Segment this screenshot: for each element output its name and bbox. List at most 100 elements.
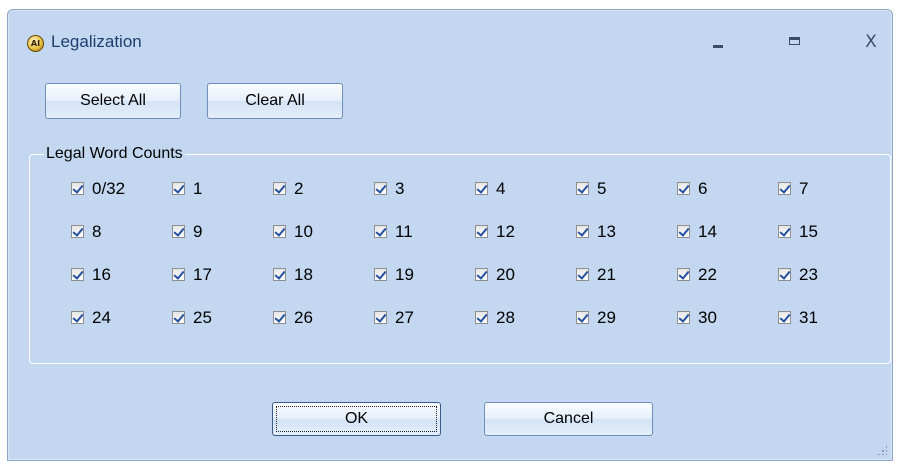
word-count-checkbox[interactable]: 22 xyxy=(677,264,778,307)
word-count-checkbox[interactable]: 10 xyxy=(273,221,374,264)
checked-checkbox-icon[interactable] xyxy=(71,311,84,324)
checkbox-label: 26 xyxy=(294,308,313,327)
resize-grip-icon[interactable] xyxy=(877,445,887,455)
checkbox-label: 30 xyxy=(698,308,717,327)
word-count-checkbox[interactable]: 29 xyxy=(576,307,677,350)
checked-checkbox-icon[interactable] xyxy=(475,182,488,195)
checked-checkbox-icon[interactable] xyxy=(778,311,791,324)
minimize-icon[interactable] xyxy=(707,32,731,52)
word-count-checkbox[interactable]: 14 xyxy=(677,221,778,264)
checkbox-label: 2 xyxy=(294,179,304,198)
word-count-checkbox[interactable]: 27 xyxy=(374,307,475,350)
checked-checkbox-icon[interactable] xyxy=(374,225,387,238)
checked-checkbox-icon[interactable] xyxy=(778,182,791,195)
checkbox-label: 0/32 xyxy=(92,179,126,198)
word-count-checkbox[interactable]: 31 xyxy=(778,307,879,350)
checked-checkbox-icon[interactable] xyxy=(172,182,185,195)
checked-checkbox-icon[interactable] xyxy=(374,268,387,281)
checked-checkbox-icon[interactable] xyxy=(475,311,488,324)
checked-checkbox-icon[interactable] xyxy=(475,268,488,281)
word-count-checkbox[interactable]: 5 xyxy=(576,178,677,221)
checkbox-label: 16 xyxy=(92,265,111,284)
checkbox-label: 22 xyxy=(698,265,717,284)
checked-checkbox-icon[interactable] xyxy=(576,268,589,281)
checkbox-label: 14 xyxy=(698,222,717,241)
word-count-checkbox[interactable]: 21 xyxy=(576,264,677,307)
checked-checkbox-icon[interactable] xyxy=(71,225,84,238)
checkbox-label: 23 xyxy=(799,265,818,284)
word-count-checkbox[interactable]: 24 xyxy=(71,307,172,350)
word-count-checkbox[interactable]: 8 xyxy=(71,221,172,264)
word-count-checkbox[interactable]: 17 xyxy=(172,264,273,307)
ok-button[interactable]: OK xyxy=(272,402,441,436)
close-icon[interactable]: X xyxy=(859,32,883,52)
checked-checkbox-icon[interactable] xyxy=(273,268,286,281)
checked-checkbox-icon[interactable] xyxy=(273,182,286,195)
checkbox-label: 6 xyxy=(698,179,708,198)
checked-checkbox-icon[interactable] xyxy=(677,268,690,281)
checked-checkbox-icon[interactable] xyxy=(374,311,387,324)
checkbox-label: 10 xyxy=(294,222,313,241)
word-count-checkbox[interactable]: 16 xyxy=(71,264,172,307)
checkbox-label: 15 xyxy=(799,222,818,241)
maximize-icon[interactable] xyxy=(784,32,808,52)
word-count-checkbox[interactable]: 19 xyxy=(374,264,475,307)
checkbox-label: 21 xyxy=(597,265,616,284)
checkbox-label: 5 xyxy=(597,179,607,198)
checked-checkbox-icon[interactable] xyxy=(576,182,589,195)
checked-checkbox-icon[interactable] xyxy=(172,311,185,324)
cancel-button[interactable]: Cancel xyxy=(484,402,653,436)
checkbox-label: 7 xyxy=(799,179,809,198)
checked-checkbox-icon[interactable] xyxy=(475,225,488,238)
word-count-checkbox[interactable]: 6 xyxy=(677,178,778,221)
checked-checkbox-icon[interactable] xyxy=(71,268,84,281)
checkbox-label: 20 xyxy=(496,265,515,284)
word-count-checkbox[interactable]: 18 xyxy=(273,264,374,307)
checked-checkbox-icon[interactable] xyxy=(273,225,286,238)
word-count-checkbox[interactable]: 25 xyxy=(172,307,273,350)
checked-checkbox-icon[interactable] xyxy=(172,268,185,281)
checked-checkbox-icon[interactable] xyxy=(273,311,286,324)
word-count-checkbox[interactable]: 3 xyxy=(374,178,475,221)
checkbox-label: 19 xyxy=(395,265,414,284)
word-count-checkbox[interactable]: 13 xyxy=(576,221,677,264)
checkbox-label: 13 xyxy=(597,222,616,241)
checkbox-label: 17 xyxy=(193,265,212,284)
word-count-checkbox[interactable]: 15 xyxy=(778,221,879,264)
checkbox-label: 12 xyxy=(496,222,515,241)
word-count-checkbox[interactable]: 20 xyxy=(475,264,576,307)
word-count-checkbox[interactable]: 11 xyxy=(374,221,475,264)
select-all-button[interactable]: Select All xyxy=(45,83,181,119)
checkbox-label: 18 xyxy=(294,265,313,284)
checked-checkbox-icon[interactable] xyxy=(576,311,589,324)
checkbox-label: 28 xyxy=(496,308,515,327)
checked-checkbox-icon[interactable] xyxy=(374,182,387,195)
checked-checkbox-icon[interactable] xyxy=(778,225,791,238)
checked-checkbox-icon[interactable] xyxy=(677,225,690,238)
checked-checkbox-icon[interactable] xyxy=(677,311,690,324)
word-count-checkbox[interactable]: 28 xyxy=(475,307,576,350)
clear-all-button[interactable]: Clear All xyxy=(207,83,343,119)
window-title: Legalization xyxy=(51,32,142,51)
checked-checkbox-icon[interactable] xyxy=(778,268,791,281)
word-count-checkbox[interactable]: 26 xyxy=(273,307,374,350)
title-bar[interactable]: AI Legalization X xyxy=(8,10,892,64)
checkbox-label: 24 xyxy=(92,308,111,327)
focus-rectangle xyxy=(276,406,437,432)
checked-checkbox-icon[interactable] xyxy=(172,225,185,238)
word-count-checkbox[interactable]: 2 xyxy=(273,178,374,221)
word-count-checkbox[interactable]: 7 xyxy=(778,178,879,221)
word-count-checkbox[interactable]: 12 xyxy=(475,221,576,264)
checked-checkbox-icon[interactable] xyxy=(677,182,690,195)
word-count-checkbox[interactable]: 0/32 xyxy=(71,178,172,221)
checked-checkbox-icon[interactable] xyxy=(576,225,589,238)
word-count-checkbox[interactable]: 23 xyxy=(778,264,879,307)
word-count-checkbox[interactable]: 4 xyxy=(475,178,576,221)
checkbox-label: 31 xyxy=(799,308,818,327)
word-count-checkbox[interactable]: 9 xyxy=(172,221,273,264)
checkbox-grid: 0/32 1 2 3 4 5 6 7 8 9 10 11 12 13 14 15 16 17 18 19 20 21 22 2… xyxy=(71,178,879,350)
checkbox-label: 11 xyxy=(395,222,413,241)
word-count-checkbox[interactable]: 1 xyxy=(172,178,273,221)
checked-checkbox-icon[interactable] xyxy=(71,182,84,195)
word-count-checkbox[interactable]: 30 xyxy=(677,307,778,350)
